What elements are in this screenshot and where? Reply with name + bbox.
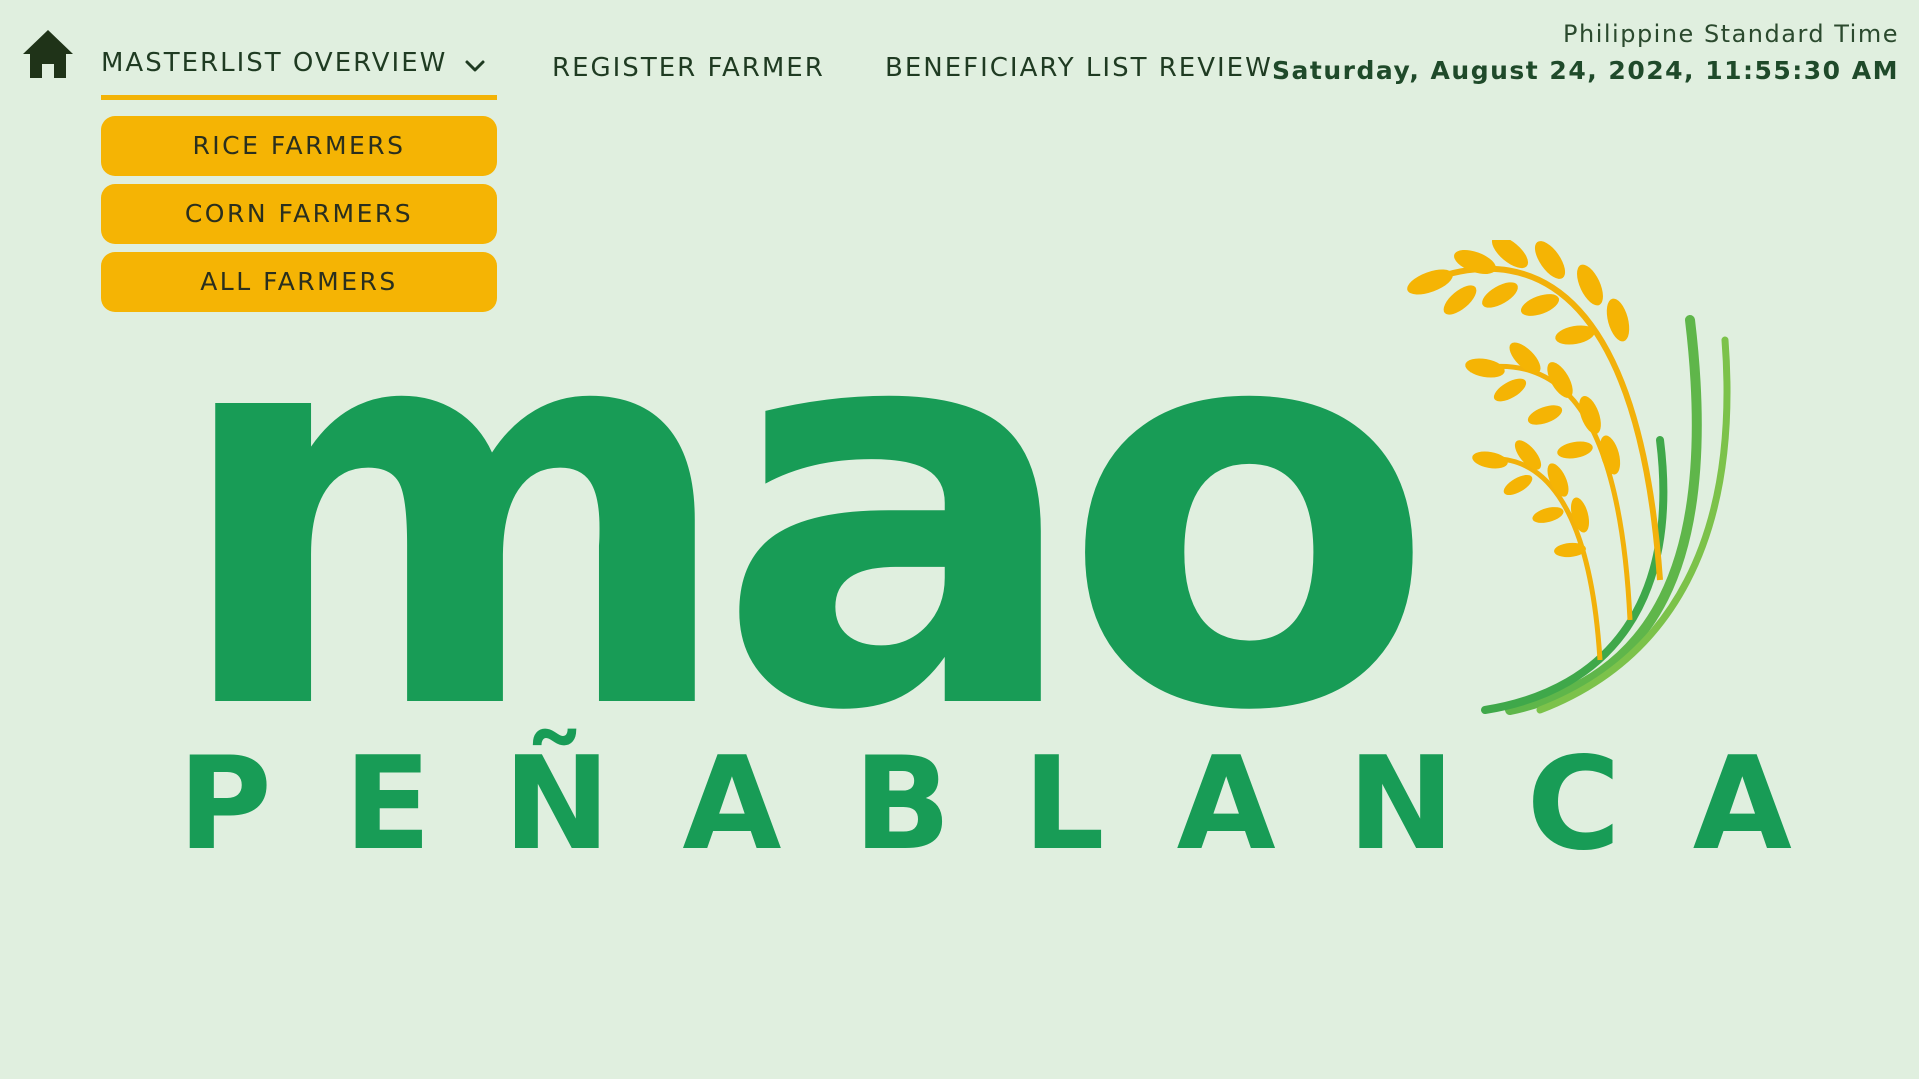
chevron-down-icon: [465, 60, 485, 72]
nav-masterlist-label: MASTERLIST OVERVIEW: [101, 48, 448, 78]
wheat-icon: [1407, 240, 1731, 715]
current-datetime: Saturday, August 24, 2024, 11:55:30 AM: [1272, 56, 1899, 85]
timezone-label: Philippine Standard Time: [1563, 20, 1899, 48]
logo-subtitle: PEÑABLANCA: [178, 730, 1864, 879]
mao-penablanca-logo: mao PEÑABLANCA: [170, 195, 1792, 879]
menu-item-all-farmers[interactable]: ALL FARMERS: [101, 252, 497, 312]
masterlist-dropdown-menu: RICE FARMERS CORN FARMERS ALL FARMERS: [101, 116, 497, 320]
nav-masterlist-overview[interactable]: MASTERLIST OVERVIEW: [101, 48, 497, 100]
top-navigation-bar: MASTERLIST OVERVIEW REGISTER FARMER BENE…: [0, 0, 1919, 110]
nav-register-farmer[interactable]: REGISTER FARMER: [552, 53, 825, 83]
logo-wordmark: mao: [170, 195, 1436, 830]
home-button[interactable]: [20, 26, 76, 84]
home-icon: [23, 30, 73, 78]
menu-item-corn-farmers[interactable]: CORN FARMERS: [101, 184, 497, 244]
menu-item-rice-farmers[interactable]: RICE FARMERS: [101, 116, 497, 176]
nav-beneficiary-list-review[interactable]: BENEFICIARY LIST REVIEW: [885, 53, 1273, 83]
